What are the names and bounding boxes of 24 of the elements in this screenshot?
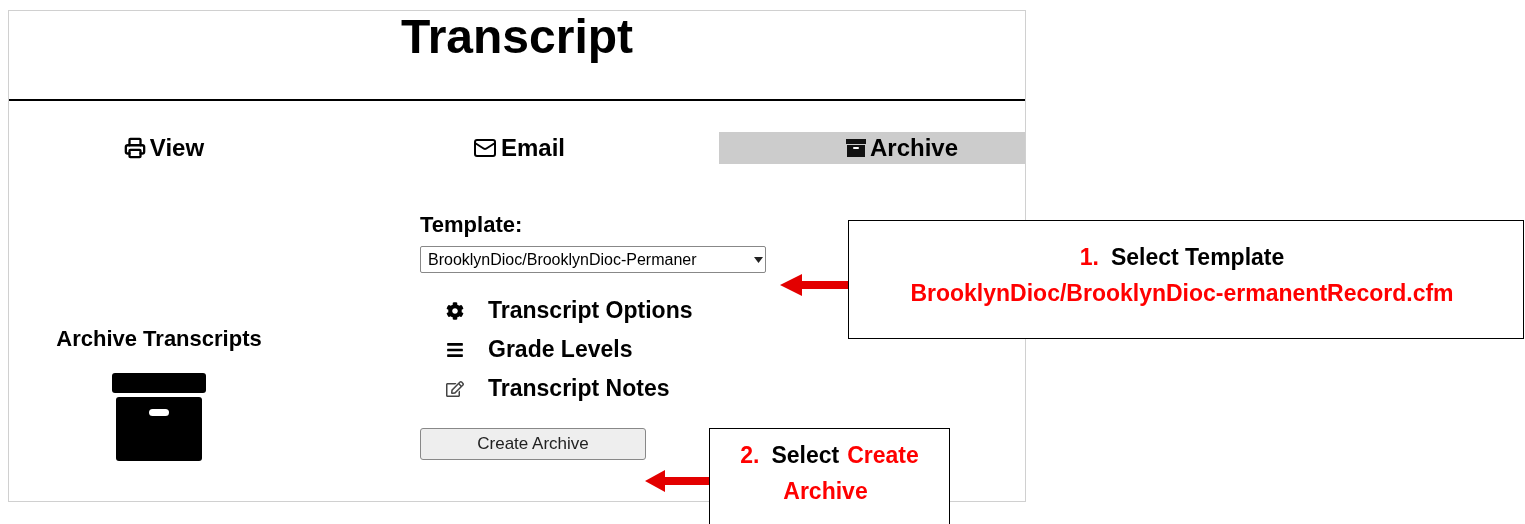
edit-icon xyxy=(446,379,464,398)
template-dropdown[interactable]: BrooklynDioc/BrooklynDioc-Permaner xyxy=(420,246,766,273)
section-heading: Archive Transcripts xyxy=(56,325,262,353)
tab[interactable]: Archive xyxy=(719,132,1025,164)
option-link[interactable]: Transcript Options xyxy=(488,293,693,328)
arrow xyxy=(780,274,848,296)
mail-icon xyxy=(473,136,497,160)
callout-text: 2. Select Create Archive xyxy=(739,441,920,506)
archive-box-icon xyxy=(112,373,206,461)
archive-box-icon xyxy=(845,138,866,158)
create-archive-button[interactable]: Create Archive xyxy=(420,428,646,460)
callout-text: 1. Select Template xyxy=(1079,243,1286,272)
option-link[interactable]: Transcript Notes xyxy=(488,371,670,406)
printer-icon xyxy=(123,137,146,159)
settings-icon xyxy=(446,301,464,320)
option-link[interactable]: Grade Levels xyxy=(488,332,633,367)
callout-text: BrooklynDioc/BrooklynDioc-ermanentRecord.cfm xyxy=(910,279,1455,308)
page-title: Transcript xyxy=(400,11,634,65)
tab[interactable]: Email xyxy=(465,132,573,164)
arrow xyxy=(645,470,710,492)
tab[interactable]: View xyxy=(115,132,213,164)
field-label: Template: xyxy=(420,212,524,238)
caret-icon xyxy=(754,256,763,263)
menu-icon xyxy=(446,340,464,359)
